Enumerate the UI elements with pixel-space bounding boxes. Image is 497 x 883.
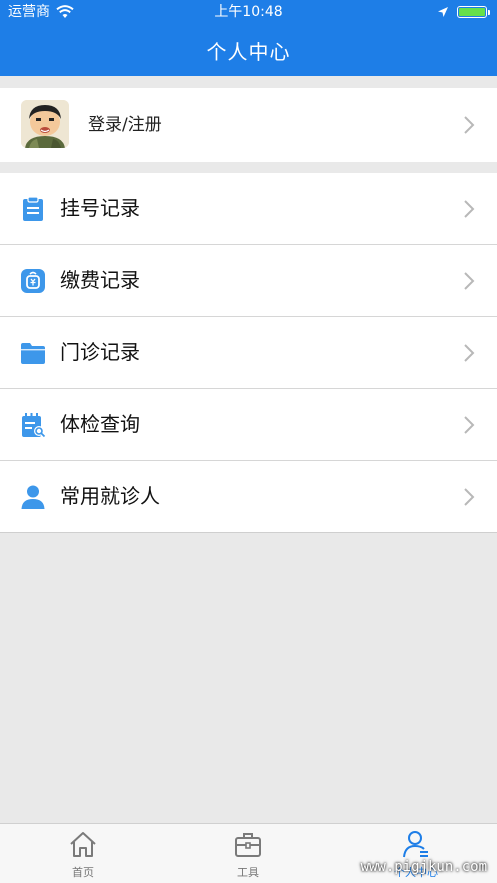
watermark: www.pigjkun.com: [360, 859, 487, 875]
toolbox-icon: [235, 833, 261, 857]
clipboard-icon: [23, 196, 43, 221]
tab-home[interactable]: 首页: [33, 824, 133, 883]
menu-item-label: 挂号记录: [60, 196, 140, 220]
status-time: 上午10:48: [214, 4, 283, 20]
calendar-search-icon: [22, 413, 46, 438]
login-register-label: 登录/注册: [88, 115, 162, 135]
tab-label: 首页: [72, 866, 94, 879]
status-right: [437, 0, 490, 24]
tab-tools[interactable]: 工具: [198, 824, 298, 883]
battery-icon: [457, 6, 490, 18]
menu-item-payment-records[interactable]: 缴费记录: [0, 245, 497, 317]
location-arrow-icon: [438, 7, 448, 17]
menu-item-label: 门诊记录: [60, 340, 140, 364]
login-register-row[interactable]: 登录/注册: [0, 88, 497, 162]
tab-bar: 首页 工具 个人中心 www.pigjkun.com: [0, 823, 497, 883]
menu-item-checkup-query[interactable]: 体检查询: [0, 389, 497, 461]
menu-list: 挂号记录 缴费记录 门诊记录 体检查询 常用就诊人: [0, 173, 497, 533]
menu-item-label: 缴费记录: [60, 268, 140, 292]
top-bar: 运营商 上午10:48 个人中心: [0, 0, 497, 76]
tab-label: 工具: [237, 866, 259, 879]
payment-icon: [21, 269, 45, 293]
menu-item-frequent-patients[interactable]: 常用就诊人: [0, 461, 497, 533]
user-icon: [403, 831, 428, 858]
status-bar: 运营商 上午10:48: [0, 0, 497, 24]
folder-icon: [21, 343, 45, 364]
chevron-right-icon: [464, 200, 475, 218]
menu-item-label: 体检查询: [60, 412, 140, 436]
chevron-right-icon: [464, 272, 475, 290]
menu-item-outpatient-records[interactable]: 门诊记录: [0, 317, 497, 389]
person-icon: [21, 485, 45, 509]
menu-item-label: 常用就诊人: [60, 484, 160, 508]
home-icon: [70, 832, 96, 857]
chevron-right-icon: [464, 488, 475, 506]
avatar: [21, 100, 69, 148]
menu-item-registration-records[interactable]: 挂号记录: [0, 173, 497, 245]
chevron-right-icon: [464, 416, 475, 434]
chevron-right-icon: [464, 344, 475, 362]
page-title: 个人中心: [206, 40, 291, 64]
chevron-right-icon: [464, 116, 475, 134]
